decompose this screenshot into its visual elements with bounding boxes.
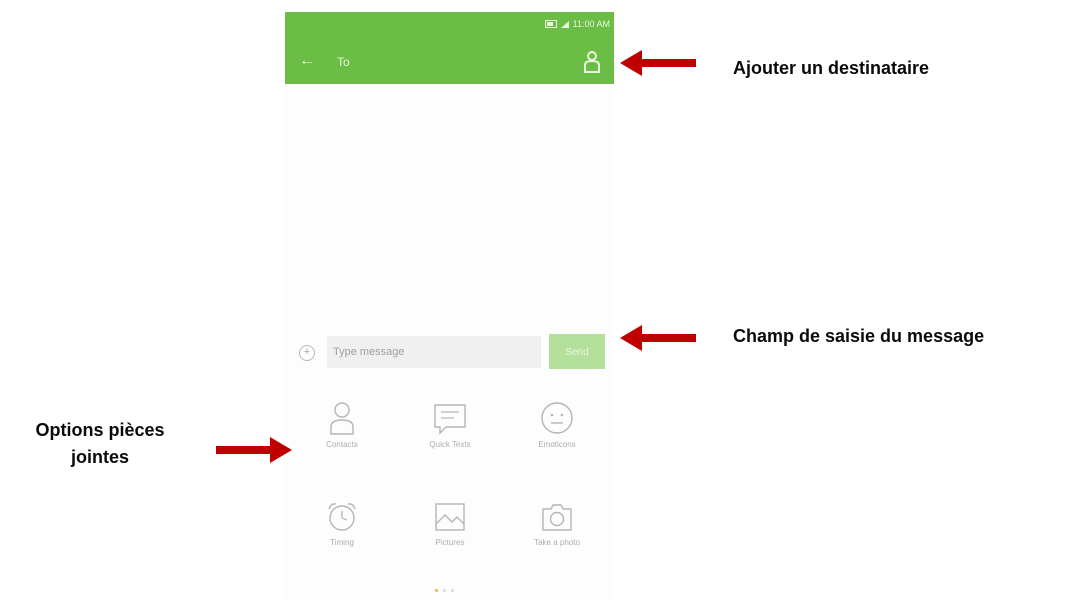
option-label: Contacts [326, 440, 358, 449]
arrow-left-icon [620, 50, 696, 76]
annotation-attachments: Options pièces jointes [5, 417, 195, 471]
option-quick-texts[interactable]: Quick Texts [410, 400, 490, 480]
option-take-photo[interactable]: Take a photo [517, 500, 597, 580]
option-label: Take a photo [534, 538, 580, 547]
message-input[interactable] [327, 336, 541, 368]
status-bar: 11:00 AM [544, 17, 610, 31]
option-label: Pictures [435, 538, 465, 547]
battery-icon [544, 20, 557, 28]
annotation-message-field: Champ de saisie du message [733, 326, 985, 346]
camera-icon [542, 504, 572, 531]
option-label: Timing [330, 538, 354, 547]
add-contact-icon[interactable] [583, 50, 601, 74]
alarm-clock-icon [328, 503, 356, 531]
arrow-left-icon [620, 325, 696, 351]
phone-screen: 11:00 AM ← + Send Contacts Quick Te [285, 12, 614, 601]
recipient-input[interactable] [337, 54, 557, 70]
page-indicator [435, 589, 454, 592]
back-arrow-icon[interactable]: ← [299, 53, 315, 69]
annotation-add-recipient: Ajouter un destinataire [733, 58, 930, 78]
option-emoticons[interactable]: Emoticons [517, 400, 597, 480]
contact-icon [330, 402, 354, 435]
add-attachment-icon[interactable]: + [299, 345, 315, 361]
annotation-attachments-line1: Options pièces [35, 420, 165, 440]
page-dot-active[interactable] [435, 589, 438, 592]
emoticon-icon [541, 402, 573, 434]
option-label: Quick Texts [429, 440, 471, 449]
option-contacts[interactable]: Contacts [302, 400, 382, 480]
option-pictures[interactable]: Pictures [410, 500, 490, 580]
signal-icon [560, 20, 569, 28]
image-icon [435, 503, 465, 531]
send-button[interactable]: Send [549, 334, 605, 369]
attachment-options: Contacts Quick Texts Emoticons Timing Pi… [285, 382, 614, 572]
compose-bar: + Send [285, 320, 614, 370]
option-label: Emoticons [538, 440, 576, 449]
top-bar: 11:00 AM ← [285, 12, 614, 84]
page-dot[interactable] [443, 589, 446, 592]
status-time: 11:00 AM [572, 19, 610, 29]
quick-text-icon [434, 404, 466, 435]
annotation-attachments-line2: jointes [70, 447, 129, 467]
arrow-right-icon [216, 437, 292, 463]
option-timing[interactable]: Timing [302, 500, 382, 580]
page-dot[interactable] [451, 589, 454, 592]
